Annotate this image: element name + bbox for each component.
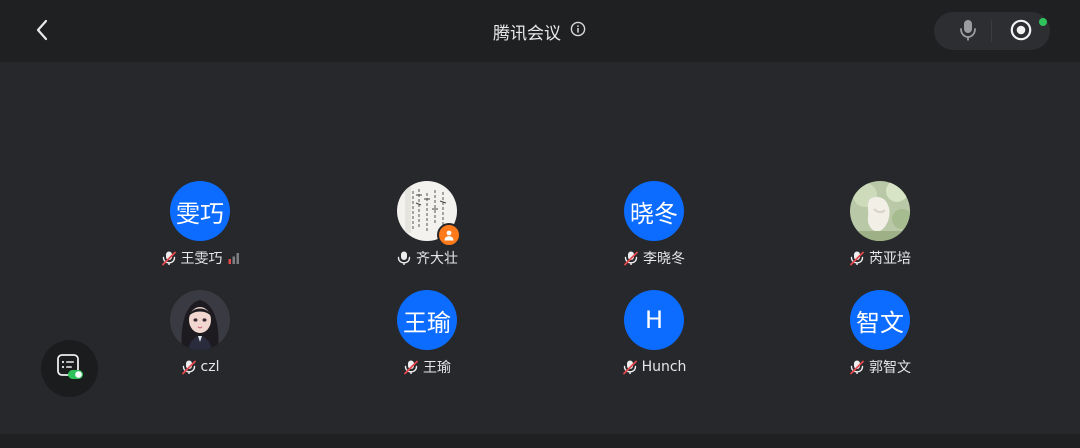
back-button[interactable] <box>24 14 60 50</box>
participant-card[interactable]: 齐大壮 <box>347 181 507 277</box>
muted-microphone-icon <box>181 359 197 375</box>
participant-card[interactable]: H Hunch <box>574 290 734 386</box>
participant-name: 齐大壮 <box>416 251 458 267</box>
microphone-icon <box>396 250 412 266</box>
participant-name-row: Hunch <box>574 356 734 378</box>
avatar: 雯巧 <box>170 181 230 241</box>
avatar: 晓冬 <box>624 181 684 241</box>
participant-name: czl <box>200 359 220 375</box>
participant-name: 王瑜 <box>423 360 451 376</box>
muted-microphone-icon <box>403 359 419 375</box>
host-badge <box>437 223 461 247</box>
top-bar: 腾讯会议 <box>0 0 1080 62</box>
participant-card[interactable]: 王瑜 王瑜 <box>347 290 507 386</box>
participant-name-row: czl <box>120 356 280 378</box>
participant-card[interactable]: 芮亚培 <box>800 181 960 277</box>
participant-name: 郭智文 <box>869 360 911 376</box>
participant-name: Hunch <box>641 359 687 375</box>
bottom-strip <box>0 434 1080 448</box>
participant-name-row: 郭智文 <box>800 356 960 378</box>
avatar: 智文 <box>850 290 910 350</box>
record-icon <box>1009 18 1033 46</box>
participant-name-row: 王瑜 <box>347 356 507 378</box>
participant-name: 芮亚培 <box>869 251 911 267</box>
muted-microphone-icon <box>161 250 177 266</box>
participant-name-row: 王雯巧 <box>120 247 280 269</box>
chat-toggle-button[interactable] <box>41 340 98 397</box>
nature-photo-icon <box>850 181 910 241</box>
muted-microphone-icon <box>622 359 638 375</box>
status-indicator-dot <box>1039 18 1047 26</box>
participant-card[interactable]: 雯巧 王雯巧 <box>120 181 280 277</box>
avatar <box>850 181 910 241</box>
person-icon <box>444 230 454 241</box>
avatar: H <box>624 290 684 350</box>
illustrated-girl-photo-icon <box>170 290 230 350</box>
record-button[interactable] <box>1004 16 1038 48</box>
title-area: 腾讯会议 <box>0 0 1080 62</box>
muted-microphone-icon <box>623 250 639 266</box>
meeting-title: 腾讯会议 <box>493 23 561 44</box>
microphone-icon <box>959 18 977 46</box>
control-divider <box>991 20 992 42</box>
muted-microphone-icon <box>849 359 865 375</box>
info-button[interactable] <box>569 21 587 41</box>
participant-card[interactable]: 智文 郭智文 <box>800 290 960 386</box>
participant-name-row: 齐大壮 <box>347 247 507 269</box>
weak-signal-icon <box>228 252 240 264</box>
avatar: 王瑜 <box>397 290 457 350</box>
chevron-left-icon <box>35 18 49 46</box>
info-icon <box>570 21 586 41</box>
participant-name: 王雯巧 <box>180 251 223 267</box>
chat-toggle-icon <box>55 352 85 386</box>
microphone-button[interactable] <box>950 18 986 46</box>
muted-microphone-icon <box>849 250 865 266</box>
participant-card[interactable]: 晓冬 李晓冬 <box>574 181 734 277</box>
participant-name-row: 李晓冬 <box>574 247 734 269</box>
participant-name-row: 芮亚培 <box>800 247 960 269</box>
participant-name: 李晓冬 <box>643 251 685 267</box>
participant-card[interactable]: czl <box>120 290 280 386</box>
avatar <box>170 290 230 350</box>
